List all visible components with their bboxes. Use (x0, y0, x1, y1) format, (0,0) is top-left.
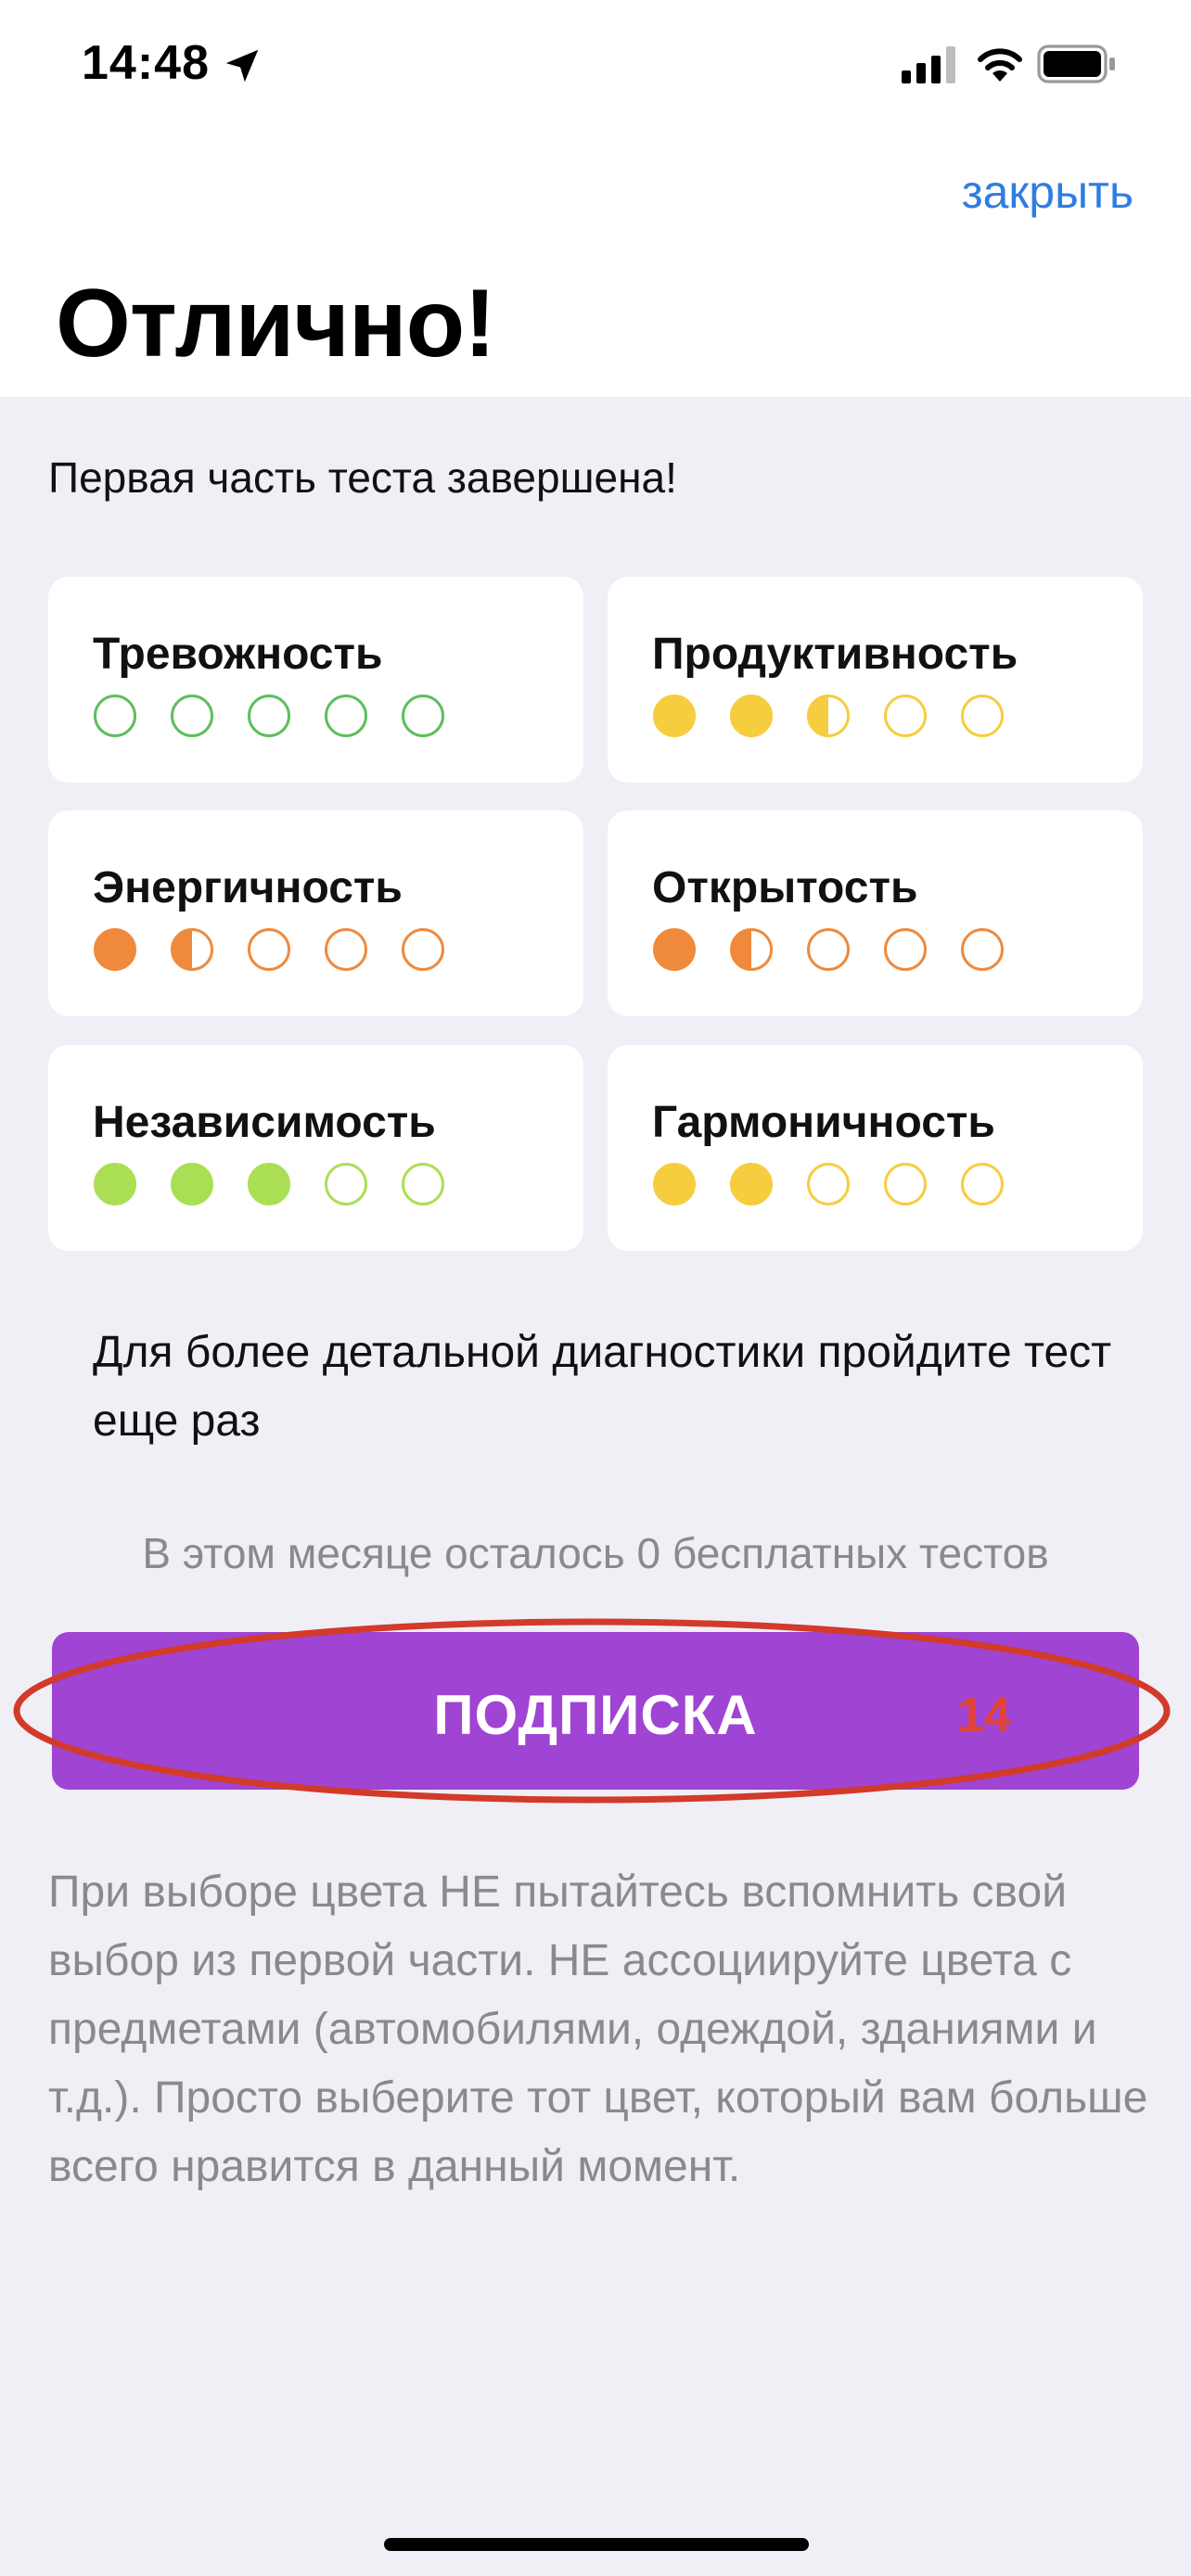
trait-card-productivity: Продуктивность (608, 577, 1143, 783)
close-button[interactable]: закрыть (962, 165, 1133, 219)
rating-dot-empty (325, 1163, 367, 1205)
rating-dot-empty (325, 928, 367, 971)
trait-label: Тревожность (93, 630, 383, 679)
rating-dot-empty (884, 928, 927, 971)
rating-dot-filled (653, 928, 696, 971)
rating-dot-empty (402, 695, 444, 737)
rating-dot-empty (807, 1163, 850, 1205)
trait-label: Продуктивность (652, 630, 1018, 679)
info-text: Для более детальной диагностики пройдите… (93, 1328, 1112, 1446)
wifi-icon (978, 48, 1022, 82)
rating-dot-empty (884, 695, 927, 737)
rating-dot-empty (961, 1163, 1004, 1205)
rating-dot-filled (730, 1163, 773, 1205)
rating-dot-filled (248, 1163, 290, 1205)
rating-dot-filled (171, 1163, 213, 1205)
rating-dot-filled (653, 695, 696, 737)
quota-text: В этом месяце осталось 0 бесплатных тест… (142, 1529, 1049, 1577)
rating-dot-empty (94, 695, 136, 737)
subtitle: Первая часть теста завершена! (48, 453, 677, 502)
rating-dot-empty (248, 695, 290, 737)
rating-dot-empty (884, 1163, 927, 1205)
rating-dot-empty (171, 695, 213, 737)
cellular-signal-icon (902, 46, 955, 83)
trait-label: Независимость (93, 1098, 436, 1147)
trait-card-openness: Открытость (608, 810, 1143, 1016)
rating-dot-empty (807, 928, 850, 971)
trait-card-anxiety: Тревожность (48, 577, 583, 783)
rating-dot-empty (402, 1163, 444, 1205)
rating-dot-filled (653, 1163, 696, 1205)
trait-card-harmony: Гармоничность (608, 1045, 1143, 1251)
trait-card-independence: Независимость (48, 1045, 583, 1251)
hint-text: При выборе цвета НЕ пытайтесь вспомнить … (48, 1868, 1148, 2191)
home-indicator (384, 2538, 809, 2551)
location-arrow-icon (225, 49, 259, 83)
rating-dot-half (171, 928, 213, 971)
status-time: 14:48 (82, 36, 210, 90)
rating-dot-empty (325, 695, 367, 737)
rating-dot-filled (94, 1163, 136, 1205)
rating-dot-empty (961, 695, 1004, 737)
rating-dot-empty (248, 928, 290, 971)
rating-dot-filled (730, 695, 773, 737)
rating-dot-empty (961, 928, 1004, 971)
rating-dot-filled (94, 928, 136, 971)
page-title: Отлично! (56, 270, 496, 377)
rating-dot-empty (402, 928, 444, 971)
trait-card-energy: Энергичность (48, 810, 583, 1016)
rating-dot-half (807, 695, 850, 737)
trait-label: Энергичность (93, 863, 403, 912)
battery-icon (1037, 45, 1115, 83)
annotation-ellipse (13, 1618, 1171, 1804)
trait-label: Гармоничность (652, 1098, 995, 1147)
trait-label: Открытость (652, 863, 918, 912)
rating-dot-half (730, 928, 773, 971)
